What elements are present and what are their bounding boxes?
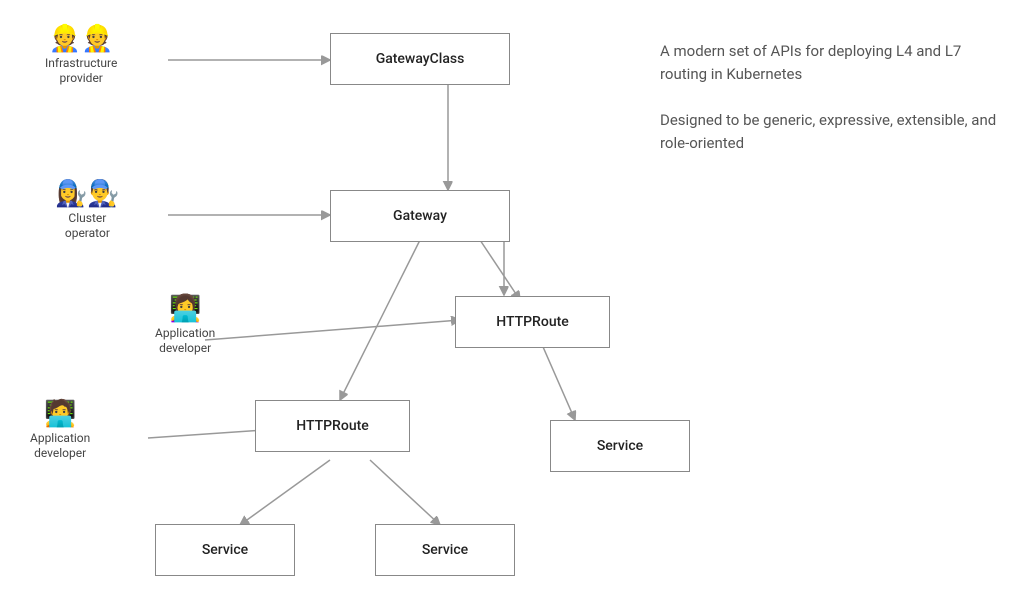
info-area: A modern set of APIs for deploying L4 an… <box>640 30 1020 188</box>
cluster-label: Cluster operator <box>65 211 110 242</box>
info-line2: Designed to be generic, expressive, exte… <box>660 109 1000 154</box>
service-lower-right-box: Service <box>375 524 515 576</box>
gateway-box: Gateway <box>330 190 510 242</box>
infrastructure-icon: 👷👷 <box>49 25 114 54</box>
gatewayclass-box: GatewayClass <box>330 33 510 85</box>
httproute-lower-box: HTTPRoute <box>255 400 410 452</box>
httproute-upper-box: HTTPRoute <box>455 296 610 348</box>
appdev2-icon: 🧑‍💻 <box>44 400 76 429</box>
appdev1-label: Application developer <box>155 326 215 357</box>
infrastructure-label: Infrastructure provider <box>45 56 117 87</box>
appdev2-label: Application developer <box>30 431 90 462</box>
infrastructure-provider-persona: 👷👷 Infrastructure provider <box>45 25 117 87</box>
service-right-box: Service <box>550 420 690 472</box>
diagram-area: GatewayClass Gateway HTTPRoute HTTPRoute… <box>0 0 650 602</box>
info-line1: A modern set of APIs for deploying L4 an… <box>660 40 1000 85</box>
appdev1-icon: 👩‍💻 <box>169 295 201 324</box>
appdev1-persona: 👩‍💻 Application developer <box>155 295 215 357</box>
appdev2-persona: 🧑‍💻 Application developer <box>30 400 90 462</box>
cluster-icon: 👩‍🔧👨‍🔧 <box>55 180 120 209</box>
service-lower-left-box: Service <box>155 524 295 576</box>
cluster-operator-persona: 👩‍🔧👨‍🔧 Cluster operator <box>55 180 120 242</box>
